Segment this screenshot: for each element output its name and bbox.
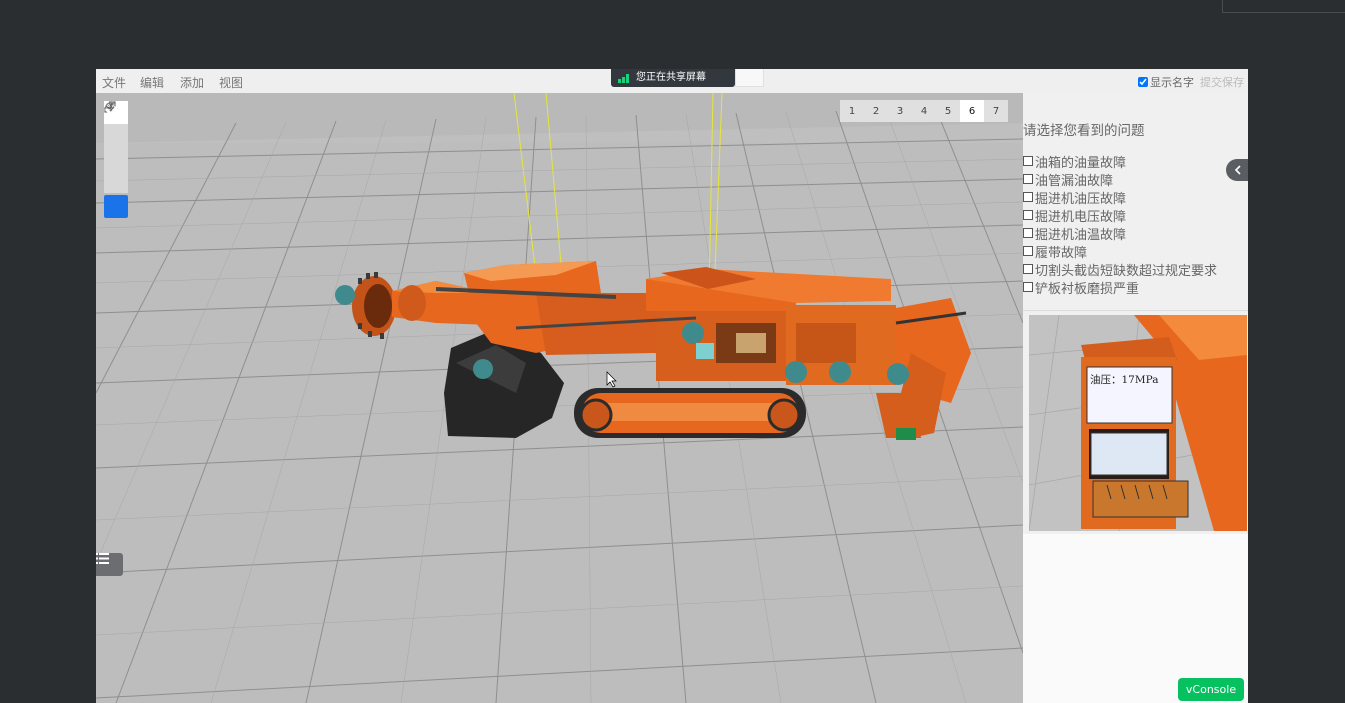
option-checkbox[interactable] [1023,156,1033,166]
submit-save-button[interactable]: 提交保存 [1200,74,1244,90]
page-tab-4[interactable]: 4 [912,100,936,122]
option-checkbox[interactable] [1023,264,1033,274]
page-tab-7[interactable]: 7 [984,100,1008,122]
hotspot-body-3[interactable] [887,363,909,385]
screen-share-banner: 您正在共享屏幕 [611,69,735,87]
hotspot-oil-tank[interactable] [682,322,704,344]
option-label: 履带故障 [1035,245,1088,261]
oil-pressure-gauge-image [1029,315,1247,531]
page-tab-1[interactable]: 1 [840,100,864,122]
option-label: 油箱的油量故障 [1035,155,1127,171]
option-checkbox[interactable] [1023,174,1033,184]
hotspot-cutter-head[interactable] [335,285,355,305]
show-names-checkbox[interactable] [1138,77,1148,87]
transform-toolbar [104,101,128,218]
option-label: 切割头截齿短缺数超过规定要求 [1035,263,1218,279]
option-label: 掘进机电压故障 [1035,209,1127,225]
selected-part-marker[interactable] [696,343,714,359]
option-label: 掘进机油压故障 [1035,191,1127,207]
signal-icon [618,74,629,83]
show-names-toggle[interactable]: 显示名字 [1138,74,1194,90]
option-checkbox[interactable] [1023,192,1033,202]
show-names-label: 显示名字 [1150,76,1194,89]
3d-viewport[interactable]: 1 2 3 4 5 6 7 [96,93,1023,703]
page-tab-5[interactable]: 5 [936,100,960,122]
option-checkbox[interactable] [1023,282,1033,292]
page-tabs: 1 2 3 4 5 6 7 [840,100,1008,122]
menu-add[interactable]: 添加 [180,74,204,91]
option-oil-pressure[interactable]: 掘进机油压故障 [1023,188,1217,207]
desktop-window-edge [1222,0,1345,13]
oil-pressure-reading: 油压：17MPa [1090,374,1159,386]
option-oil-pipe-leak[interactable]: 油管漏油故障 [1023,170,1217,189]
checkbox-checked-icon [104,102,122,117]
hotspot-body-2[interactable] [829,361,851,383]
menu-bar: 文件 编辑 添加 视图 您正在共享屏幕 显示名字 提交保存 [96,69,1248,93]
chevron-left-icon [1234,165,1241,175]
page-tab-2[interactable]: 2 [864,100,888,122]
option-voltage[interactable]: 掘进机电压故障 [1023,206,1217,225]
option-checkbox[interactable] [1023,210,1033,220]
option-label: 铲板衬板磨损严重 [1035,281,1140,297]
share-banner-handle[interactable] [735,69,764,87]
option-oil-tank-level[interactable]: 油箱的油量故障 [1023,152,1217,171]
scale-tool-button[interactable] [104,101,128,170]
question-options: 油箱的油量故障 油管漏油故障 掘进机油压故障 掘进机电压故障 掘进机油温故障 履… [1023,152,1218,297]
rotate-tool-button[interactable] [104,101,128,147]
hotspot-shovel[interactable] [473,359,493,379]
scene-canvas[interactable] [96,93,1023,703]
app-window: 文件 编辑 添加 视图 您正在共享屏幕 显示名字 提交保存 1 2 3 4 5 … [96,69,1248,703]
measure-tool-button[interactable] [104,101,128,193]
option-track[interactable]: 履带故障 [1023,242,1217,261]
confirm-checkbox[interactable] [104,102,128,218]
menu-file[interactable]: 文件 [102,74,126,91]
page-tab-3[interactable]: 3 [888,100,912,122]
option-checkbox[interactable] [1023,246,1033,256]
hotspot-body-1[interactable] [785,361,807,383]
question-panel: 请选择您看到的问题 油箱的油量故障 油管漏油故障 掘进机油压故障 掘进机电压故障… [1023,93,1248,703]
option-cutter-teeth[interactable]: 切割头截齿短缺数超过规定要求 [1023,260,1218,279]
panel-divider [1023,310,1248,311]
screen-share-text: 您正在共享屏幕 [636,72,706,83]
detail-preview: 油压：17MPa [1029,315,1247,531]
page-tab-6[interactable]: 6 [960,100,984,122]
option-oil-temperature[interactable]: 掘进机油温故障 [1023,224,1217,243]
option-checkbox[interactable] [1023,228,1033,238]
menu-view[interactable]: 视图 [219,74,243,91]
question-title: 请选择您看到的问题 [1023,123,1145,139]
menu-edit[interactable]: 编辑 [140,74,164,91]
collapse-panel-button[interactable] [1226,159,1248,181]
vconsole-button[interactable]: vConsole [1178,678,1244,701]
list-icon [96,553,109,564]
scene-list-button[interactable] [96,553,123,576]
option-label: 油管漏油故障 [1035,173,1114,189]
option-label: 掘进机油温故障 [1035,227,1127,243]
option-shovel-liner[interactable]: 铲板衬板磨损严重 [1023,278,1217,297]
